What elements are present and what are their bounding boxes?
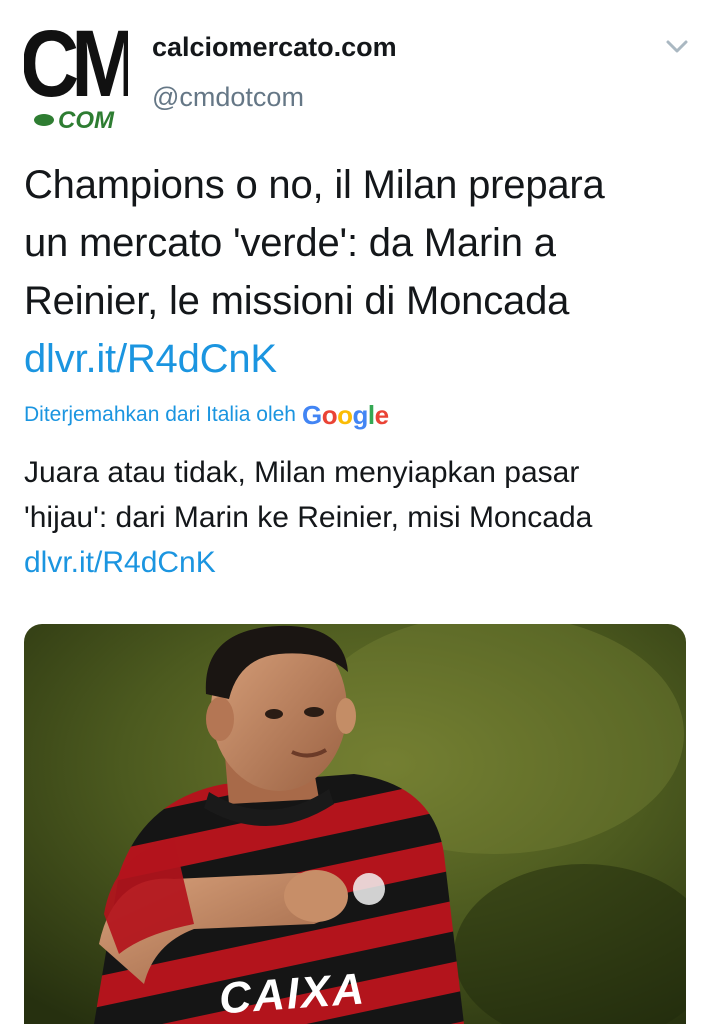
translated-text-line: Juara atau tidak, Milan menyiapkan pasar (24, 456, 580, 489)
tweet-text-line: Reinier, le missioni di Moncada (24, 279, 570, 323)
tweet-text: Champions o no, il Milan prepara un merc… (24, 156, 694, 388)
calciomercato-logo-icon: CM COM (24, 20, 128, 130)
translated-text: Juara atau tidak, Milan menyiapkan pasar… (24, 450, 694, 585)
tweet-media-photo[interactable]: CAIXA (24, 624, 686, 1024)
chevron-down-icon (666, 40, 688, 53)
translation-attribution[interactable]: Diterjemahkan dari Italia oleh Google (24, 398, 389, 432)
tweet-link[interactable]: dlvr.it/R4dCnK (24, 337, 277, 381)
tweet-header: CM COM calciomercato.com @cmdotcom (0, 0, 710, 140)
avatar-leaf-icon (34, 114, 54, 126)
player-photo: CAIXA (24, 624, 686, 1024)
more-menu-button[interactable] (660, 34, 694, 60)
tweet-text-line: Champions o no, il Milan prepara (24, 163, 605, 207)
translation-label: Diterjemahkan dari Italia oleh (24, 403, 296, 426)
google-logo: Google (301, 399, 389, 430)
translated-link[interactable]: dlvr.it/R4dCnK (24, 546, 216, 579)
translated-text-line: 'hijau': dari Marin ke Reinier, misi Mon… (24, 501, 593, 534)
account-display-name[interactable]: calciomercato.com (152, 32, 397, 63)
jersey-sponsor-text: CAIXA (217, 964, 367, 1023)
account-handle[interactable]: @cmdotcom (152, 82, 304, 113)
avatar-logo-bottom: COM (58, 107, 115, 130)
avatar-logo-top: CM (24, 20, 128, 116)
avatar[interactable]: CM COM (24, 20, 128, 130)
tweet-text-line: un mercato 'verde': da Marin a (24, 221, 556, 265)
